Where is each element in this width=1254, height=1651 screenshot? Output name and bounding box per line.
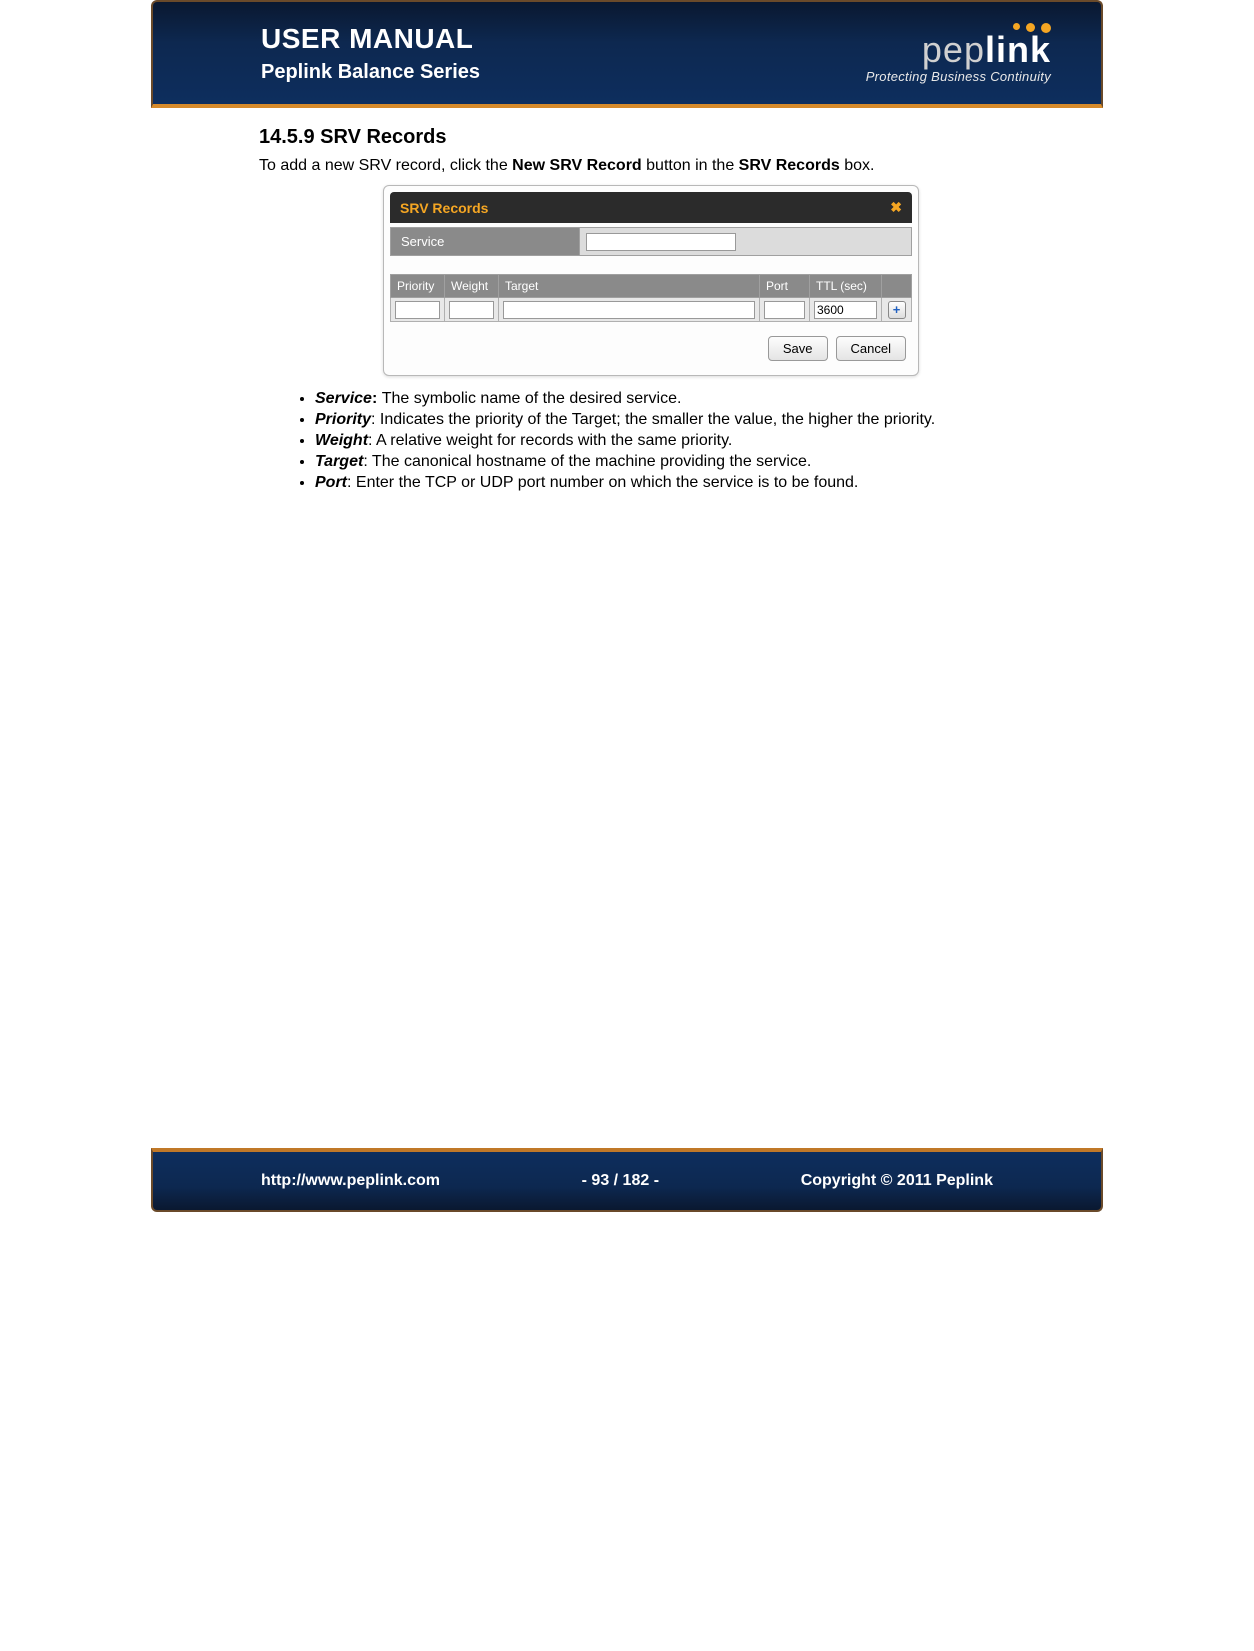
page-header: USER MANUAL Peplink Balance Series pepli…	[151, 0, 1103, 108]
col-action	[882, 275, 912, 298]
save-button[interactable]: Save	[768, 336, 828, 361]
brand-logo: peplink Protecting Business Continuity	[866, 23, 1051, 84]
table-row: +	[391, 298, 912, 322]
list-item: Port: Enter the TCP or UDP port number o…	[315, 474, 1043, 492]
srv-table: Priority Weight Target Port TTL (sec)	[390, 274, 912, 322]
manual-title: USER MANUAL	[261, 23, 480, 55]
dialog-titlebar: SRV Records ✖	[390, 192, 912, 223]
manual-subtitle: Peplink Balance Series	[261, 61, 480, 84]
footer-page: - 93 / 182 -	[582, 1172, 659, 1190]
col-ttl: TTL (sec)	[810, 275, 882, 298]
weight-input[interactable]	[449, 301, 494, 319]
srv-records-dialog: SRV Records ✖ Service Priority Weight Ta…	[383, 185, 919, 376]
cancel-button[interactable]: Cancel	[836, 336, 906, 361]
col-priority: Priority	[391, 275, 445, 298]
ttl-input[interactable]	[814, 301, 877, 319]
service-input-cell	[580, 227, 912, 256]
col-weight: Weight	[445, 275, 499, 298]
intro-text: To add a new SRV record, click the New S…	[259, 157, 1043, 175]
col-port: Port	[760, 275, 810, 298]
section-heading: 14.5.9 SRV Records	[259, 126, 1043, 149]
page-footer: http://www.peplink.com - 93 / 182 - Copy…	[151, 1148, 1103, 1212]
service-input[interactable]	[586, 233, 736, 251]
brand-name: peplink	[922, 29, 1051, 71]
service-row: Service	[390, 227, 912, 256]
header-text: USER MANUAL Peplink Balance Series	[261, 23, 480, 84]
brand-tagline: Protecting Business Continuity	[866, 69, 1051, 84]
list-item: Service: The symbolic name of the desire…	[315, 390, 1043, 408]
list-item: Priority: Indicates the priority of the …	[315, 411, 1043, 429]
add-row-button[interactable]: +	[888, 301, 906, 319]
priority-input[interactable]	[395, 301, 440, 319]
footer-copyright: Copyright © 2011 Peplink	[801, 1172, 993, 1190]
list-item: Target: The canonical hostname of the ma…	[315, 453, 1043, 471]
port-input[interactable]	[764, 301, 805, 319]
col-target: Target	[499, 275, 760, 298]
page-content: 14.5.9 SRV Records To add a new SRV reco…	[151, 108, 1103, 1148]
service-label: Service	[390, 227, 580, 256]
dialog-title: SRV Records	[400, 200, 488, 216]
target-input[interactable]	[503, 301, 755, 319]
close-icon[interactable]: ✖	[890, 199, 902, 216]
footer-url: http://www.peplink.com	[261, 1172, 440, 1190]
dialog-footer: Save Cancel	[384, 322, 918, 365]
field-definitions: Service: The symbolic name of the desire…	[315, 390, 1043, 492]
list-item: Weight: A relative weight for records wi…	[315, 432, 1043, 450]
